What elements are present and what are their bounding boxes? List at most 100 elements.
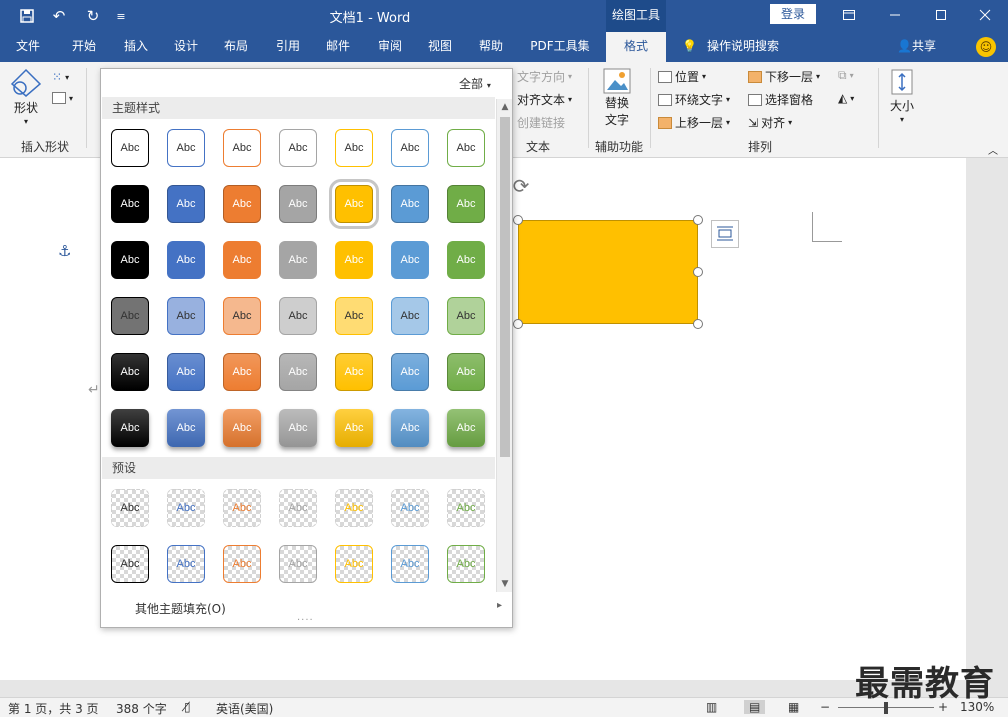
theme-style-swatch-r6-orange[interactable]: Abc xyxy=(223,409,261,447)
login-button[interactable]: 登录 xyxy=(770,4,816,24)
resize-handle-top-right[interactable] xyxy=(693,215,703,225)
language-indicator[interactable]: 英语(美国) xyxy=(216,700,273,717)
layout-options-button[interactable] xyxy=(711,220,739,248)
resize-handle-bottom-left[interactable] xyxy=(513,319,523,329)
tell-me-search[interactable]: 💡 操作说明搜索 xyxy=(682,32,779,62)
read-mode-icon[interactable]: ▥ xyxy=(706,700,717,714)
preset-style-swatch-r1-light-blue[interactable]: Abc xyxy=(391,489,429,527)
send-backward-button[interactable]: 下移一层 ▾ xyxy=(748,68,820,85)
resize-handle-right[interactable] xyxy=(693,267,703,277)
theme-style-swatch-r3-gray[interactable]: Abc xyxy=(279,241,317,279)
preset-style-swatch-r2-green[interactable]: Abc xyxy=(447,545,485,583)
theme-style-swatch-r1-gold[interactable]: Abc xyxy=(335,129,373,167)
position-button[interactable]: 位置 ▾ xyxy=(658,68,706,85)
theme-style-swatch-r3-light-blue[interactable]: Abc xyxy=(391,241,429,279)
preset-style-swatch-r2-black[interactable]: Abc xyxy=(111,545,149,583)
theme-style-swatch-r6-gray[interactable]: Abc xyxy=(279,409,317,447)
undo-icon[interactable]: ↶ xyxy=(46,4,72,28)
theme-style-swatch-r4-black[interactable]: Abc xyxy=(111,297,149,335)
theme-style-swatch-r2-blue[interactable]: Abc xyxy=(167,185,205,223)
tab-layout[interactable]: 布局 xyxy=(214,32,258,62)
theme-style-swatch-r6-green[interactable]: Abc xyxy=(447,409,485,447)
maximize-icon[interactable] xyxy=(918,0,964,30)
theme-style-swatch-r4-orange[interactable]: Abc xyxy=(223,297,261,335)
scroll-up-icon[interactable]: ▲ xyxy=(497,99,513,115)
resize-handle-bottom-right[interactable] xyxy=(693,319,703,329)
tab-review[interactable]: 审阅 xyxy=(368,32,412,62)
theme-style-swatch-r3-green[interactable]: Abc xyxy=(447,241,485,279)
scroll-down-icon[interactable]: ▼ xyxy=(497,576,513,592)
theme-style-swatch-r5-green[interactable]: Abc xyxy=(447,353,485,391)
preset-style-swatch-r2-gold[interactable]: Abc xyxy=(335,545,373,583)
text-box-button[interactable]: ▾ xyxy=(52,92,73,104)
preset-style-swatch-r2-orange[interactable]: Abc xyxy=(223,545,261,583)
edit-shape-button[interactable]: ⁙ ▾ xyxy=(52,70,69,84)
save-icon[interactable] xyxy=(14,4,40,28)
preset-style-swatch-r2-gray[interactable]: Abc xyxy=(279,545,317,583)
tab-home[interactable]: 开始 xyxy=(62,32,106,62)
theme-style-swatch-r2-orange[interactable]: Abc xyxy=(223,185,261,223)
tab-help[interactable]: 帮助 xyxy=(469,32,513,62)
tab-mailings[interactable]: 邮件 xyxy=(316,32,360,62)
alt-text-button[interactable]: 替换 文字 xyxy=(603,68,631,128)
theme-style-swatch-r1-green[interactable]: Abc xyxy=(447,129,485,167)
more-theme-fills-item[interactable]: 其他主题填充(O) xyxy=(135,600,226,617)
minimize-icon[interactable] xyxy=(872,0,918,30)
word-count[interactable]: 388 个字 xyxy=(116,700,167,717)
theme-style-swatch-r1-black[interactable]: Abc xyxy=(111,129,149,167)
tab-view[interactable]: 视图 xyxy=(418,32,462,62)
preset-style-swatch-r1-black[interactable]: Abc xyxy=(111,489,149,527)
web-layout-icon[interactable]: ▦ xyxy=(788,700,799,714)
shapes-button[interactable]: 形状 ▾ xyxy=(10,68,42,126)
theme-style-swatch-r2-gold[interactable]: Abc xyxy=(329,179,379,229)
bring-forward-button[interactable]: 上移一层 ▾ xyxy=(658,114,730,131)
theme-style-swatch-r4-gold[interactable]: Abc xyxy=(335,297,373,335)
theme-style-swatch-r4-blue[interactable]: Abc xyxy=(167,297,205,335)
wrap-text-button[interactable]: 环绕文字 ▾ xyxy=(658,91,730,108)
theme-style-swatch-r3-gold[interactable]: Abc xyxy=(335,241,373,279)
theme-style-swatch-r1-orange[interactable]: Abc xyxy=(223,129,261,167)
gallery-filter-dropdown[interactable]: 全部 ▾ xyxy=(459,75,491,92)
theme-style-swatch-r4-light-blue[interactable]: Abc xyxy=(391,297,429,335)
theme-style-swatch-r3-black[interactable]: Abc xyxy=(111,241,149,279)
zoom-out-icon[interactable]: − xyxy=(820,700,830,714)
tab-pdf-tools[interactable]: PDF工具集 xyxy=(524,32,596,62)
feedback-smiley-icon[interactable]: ☺ xyxy=(976,37,996,57)
theme-style-swatch-r2-light-blue[interactable]: Abc xyxy=(391,185,429,223)
rotate-button[interactable]: ◭ ▾ xyxy=(838,91,854,105)
preset-style-swatch-r2-light-blue[interactable]: Abc xyxy=(391,545,429,583)
customize-quick-access-icon[interactable]: ≡ xyxy=(108,4,134,28)
preset-style-swatch-r2-blue[interactable]: Abc xyxy=(167,545,205,583)
preset-style-swatch-r1-gold[interactable]: Abc xyxy=(335,489,373,527)
theme-style-swatch-r3-blue[interactable]: Abc xyxy=(167,241,205,279)
selection-pane-button[interactable]: 选择窗格 xyxy=(748,91,813,108)
size-button[interactable]: 大小 ▾ xyxy=(888,68,916,124)
tab-design[interactable]: 设计 xyxy=(164,32,208,62)
group-objects-button[interactable]: ⧉ ▾ xyxy=(838,68,854,83)
close-icon[interactable] xyxy=(962,0,1008,30)
theme-style-swatch-r5-gray[interactable]: Abc xyxy=(279,353,317,391)
theme-style-swatch-r2-black[interactable]: Abc xyxy=(111,185,149,223)
gallery-scrollbar[interactable]: ▲ ▼ xyxy=(496,99,512,592)
resize-handle-top-left[interactable] xyxy=(513,215,523,225)
preset-style-swatch-r1-green[interactable]: Abc xyxy=(447,489,485,527)
theme-style-swatch-r5-light-blue[interactable]: Abc xyxy=(391,353,429,391)
ribbon-display-options-icon[interactable] xyxy=(826,0,872,30)
print-layout-icon[interactable]: ▤ xyxy=(744,700,766,714)
tab-format[interactable]: 格式 xyxy=(606,32,666,62)
selected-rectangle-shape[interactable] xyxy=(518,220,698,324)
theme-style-swatch-r4-green[interactable]: Abc xyxy=(447,297,485,335)
theme-style-swatch-r6-black[interactable]: Abc xyxy=(111,409,149,447)
align-text-button[interactable]: 对齐文本 ▾ xyxy=(517,91,572,108)
theme-style-swatch-r1-light-blue[interactable]: Abc xyxy=(391,129,429,167)
theme-style-swatch-r2-green[interactable]: Abc xyxy=(447,185,485,223)
redo-icon[interactable]: ↻ xyxy=(80,4,106,28)
theme-style-swatch-r5-blue[interactable]: Abc xyxy=(167,353,205,391)
proofing-icon[interactable]: ▯̸ xyxy=(184,700,191,714)
theme-style-swatch-r5-black[interactable]: Abc xyxy=(111,353,149,391)
preset-style-swatch-r1-blue[interactable]: Abc xyxy=(167,489,205,527)
theme-style-swatch-r4-gray[interactable]: Abc xyxy=(279,297,317,335)
align-button[interactable]: ⇲ 对齐 ▾ xyxy=(748,114,792,131)
gallery-scroll-thumb[interactable] xyxy=(500,117,510,457)
theme-style-swatch-r2-gray[interactable]: Abc xyxy=(279,185,317,223)
